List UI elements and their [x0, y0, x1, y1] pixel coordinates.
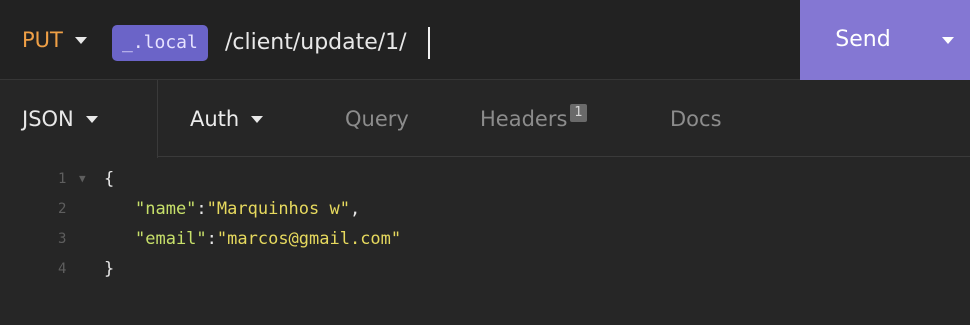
- request-tabs: JSON Auth Query Headers 1 Docs: [0, 80, 970, 158]
- tab-docs-label: Docs: [670, 107, 722, 131]
- method-selector[interactable]: PUT: [22, 26, 87, 54]
- text-cursor: [428, 27, 430, 59]
- chevron-down-icon: [942, 36, 954, 44]
- json-key: "email": [135, 229, 207, 249]
- json-value: "marcos@gmail.com": [216, 229, 402, 249]
- fold-arrow-icon[interactable]: ▼: [79, 164, 86, 194]
- json-field: "name":"Marquinhos w",: [135, 194, 360, 224]
- url-bar: PUT _.local /client/update/1/ Send: [0, 0, 970, 80]
- headers-count-badge: 1: [570, 104, 587, 122]
- tabs-divider: [158, 156, 970, 157]
- body-type-label: JSON: [22, 107, 74, 131]
- open-brace: {: [104, 169, 115, 189]
- tab-query-label: Query: [345, 107, 409, 131]
- code-line: 1 ▼ {: [0, 164, 970, 194]
- send-options-button[interactable]: [926, 0, 970, 80]
- tab-docs[interactable]: Docs: [670, 80, 722, 158]
- json-colon: :: [206, 229, 217, 249]
- body-type-dropdown[interactable]: JSON: [0, 80, 158, 158]
- close-brace: }: [104, 259, 115, 279]
- send-button[interactable]: Send: [800, 0, 926, 80]
- json-field: "email":"marcos@gmail.com": [135, 224, 401, 254]
- json-value: "Marquinhos w": [206, 199, 350, 219]
- line-number: 3: [58, 231, 67, 247]
- line-number: 2: [58, 201, 67, 217]
- tab-headers[interactable]: Headers 1: [480, 80, 587, 158]
- method-label: PUT: [22, 28, 63, 52]
- json-body-editor[interactable]: 1 ▼ { 2 "name":"Marquinhos w", 3 "email"…: [0, 158, 970, 325]
- chevron-down-icon: [74, 36, 87, 44]
- environment-variable-tag[interactable]: _.local: [112, 25, 208, 61]
- json-comma: ,: [349, 199, 361, 219]
- tab-auth[interactable]: Auth: [190, 80, 264, 158]
- code-line: 2 "name":"Marquinhos w",: [0, 194, 970, 224]
- tab-headers-label: Headers: [480, 107, 568, 131]
- code-line: 4 }: [0, 254, 970, 284]
- json-colon: :: [196, 199, 207, 219]
- chevron-down-icon: [251, 115, 264, 123]
- tab-query[interactable]: Query: [345, 80, 409, 158]
- chevron-down-icon: [85, 115, 98, 123]
- url-input[interactable]: /client/update/1/: [225, 25, 407, 61]
- line-number: 4: [58, 261, 67, 277]
- json-key: "name": [135, 199, 197, 219]
- tab-auth-label: Auth: [190, 107, 240, 131]
- code-line: 3 "email":"marcos@gmail.com": [0, 224, 970, 254]
